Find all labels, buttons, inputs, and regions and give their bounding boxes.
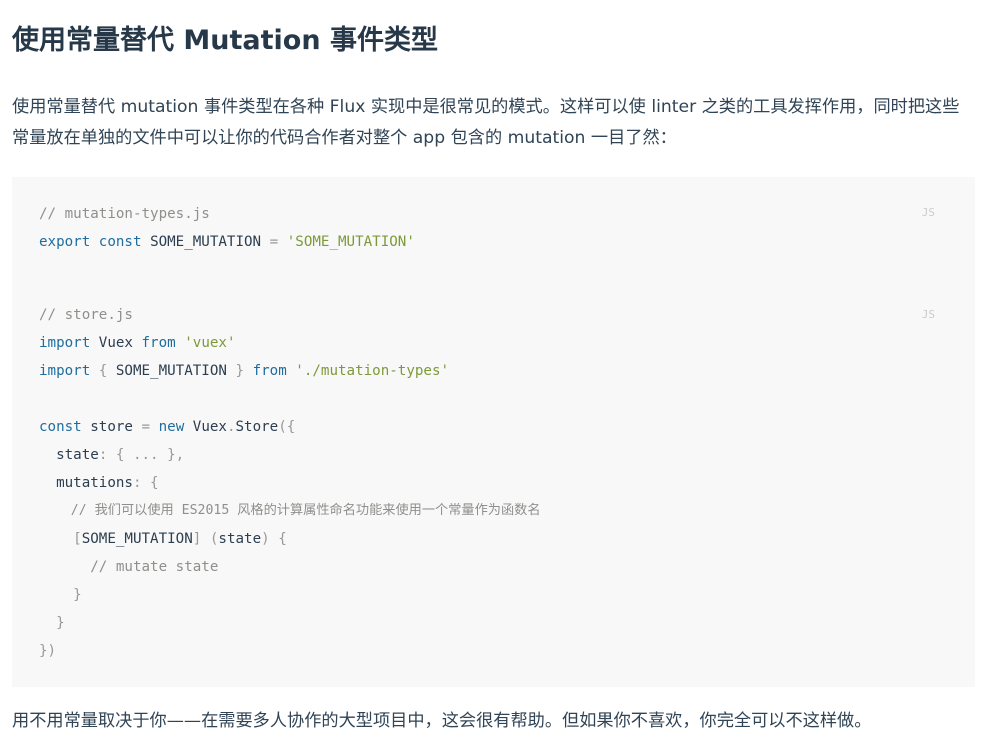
code-comment: // mutate state: [90, 559, 219, 575]
code-identifier: SOME_MUTATION: [150, 234, 262, 250]
code-string: 'vuex': [184, 335, 236, 351]
code-keyword: import: [39, 335, 91, 351]
code-comment: // 我们可以使用 ES2015 风格的计算属性命名功能来使用一个常量作为函数名: [70, 503, 541, 518]
code-line: // mutate state: [39, 553, 218, 581]
code-line: }): [39, 637, 56, 665]
code-identifier: SOME_MUTATION: [81, 531, 193, 547]
code-line: const store = new Vuex.Store({: [39, 413, 295, 441]
section-title: 使用常量替代 Mutation 事件类型: [12, 25, 438, 56]
code-line: [SOME_MUTATION] (state) {: [39, 525, 287, 553]
code-punct: : {: [132, 475, 159, 491]
code-punct: }): [39, 643, 57, 659]
code-line: import { SOME_MUTATION } from './mutatio…: [39, 357, 449, 385]
code-punct: }: [56, 615, 65, 631]
code-line: // 我们可以使用 ES2015 风格的计算属性命名功能来使用一个常量作为函数名: [39, 497, 541, 525]
code-lang-label: JS: [921, 308, 935, 321]
code-punct: ]: [192, 531, 202, 547]
code-punct: ({: [278, 419, 296, 435]
code-punct: .: [226, 419, 236, 435]
outro-paragraph: 用不用常量取决于你——在需要多人协作的大型项目中，这会很有帮助。但如果你不喜欢，…: [12, 711, 872, 731]
code-line: }: [39, 581, 82, 609]
code-identifier: state: [56, 447, 99, 463]
code-keyword: import: [39, 363, 91, 379]
code-line: // mutation-types.js: [39, 200, 210, 228]
code-keyword: export: [39, 234, 91, 250]
code-comment: // mutation-types.js: [39, 206, 210, 222]
code-punct: [: [73, 531, 82, 547]
code-lang-label: JS: [921, 206, 935, 219]
code-operator: =: [269, 234, 279, 250]
code-identifier: store: [90, 419, 133, 435]
code-comment: // store.js: [39, 307, 133, 323]
code-line: export const SOME_MUTATION = 'SOME_MUTAT…: [39, 228, 415, 256]
code-keyword: const: [39, 419, 82, 435]
code-line: // store.js: [39, 301, 133, 329]
code-identifier: Vuex: [98, 335, 133, 351]
code-punct: : { ... },: [98, 447, 185, 463]
code-block-store: JS // store.js import Vuex from 'vuex' i…: [12, 278, 975, 687]
code-keyword: from: [252, 363, 287, 379]
code-string: 'SOME_MUTATION': [286, 234, 415, 250]
code-line: mutations: {: [39, 469, 159, 497]
code-identifier: Vuex: [192, 419, 227, 435]
code-line: import Vuex from 'vuex': [39, 329, 235, 357]
code-line: }: [39, 609, 65, 637]
code-keyword: new: [158, 419, 185, 435]
code-punct: }: [73, 587, 82, 603]
code-keyword: const: [98, 234, 142, 250]
code-identifier: state: [218, 531, 262, 547]
code-punct: }: [235, 363, 245, 379]
code-punct: {: [98, 363, 108, 379]
code-string: './mutation-types': [295, 363, 450, 379]
code-line: state: { ... },: [39, 441, 184, 469]
code-identifier: SOME_MUTATION: [115, 363, 227, 379]
code-punct: ) {: [261, 531, 287, 547]
intro-paragraph: 使用常量替代 mutation 事件类型在各种 Flux 实现中是很常见的模式。…: [12, 97, 960, 148]
code-identifier: mutations: [56, 475, 133, 491]
code-operator: =: [141, 419, 151, 435]
code-keyword: from: [141, 335, 176, 351]
code-identifier: Store: [235, 419, 279, 435]
